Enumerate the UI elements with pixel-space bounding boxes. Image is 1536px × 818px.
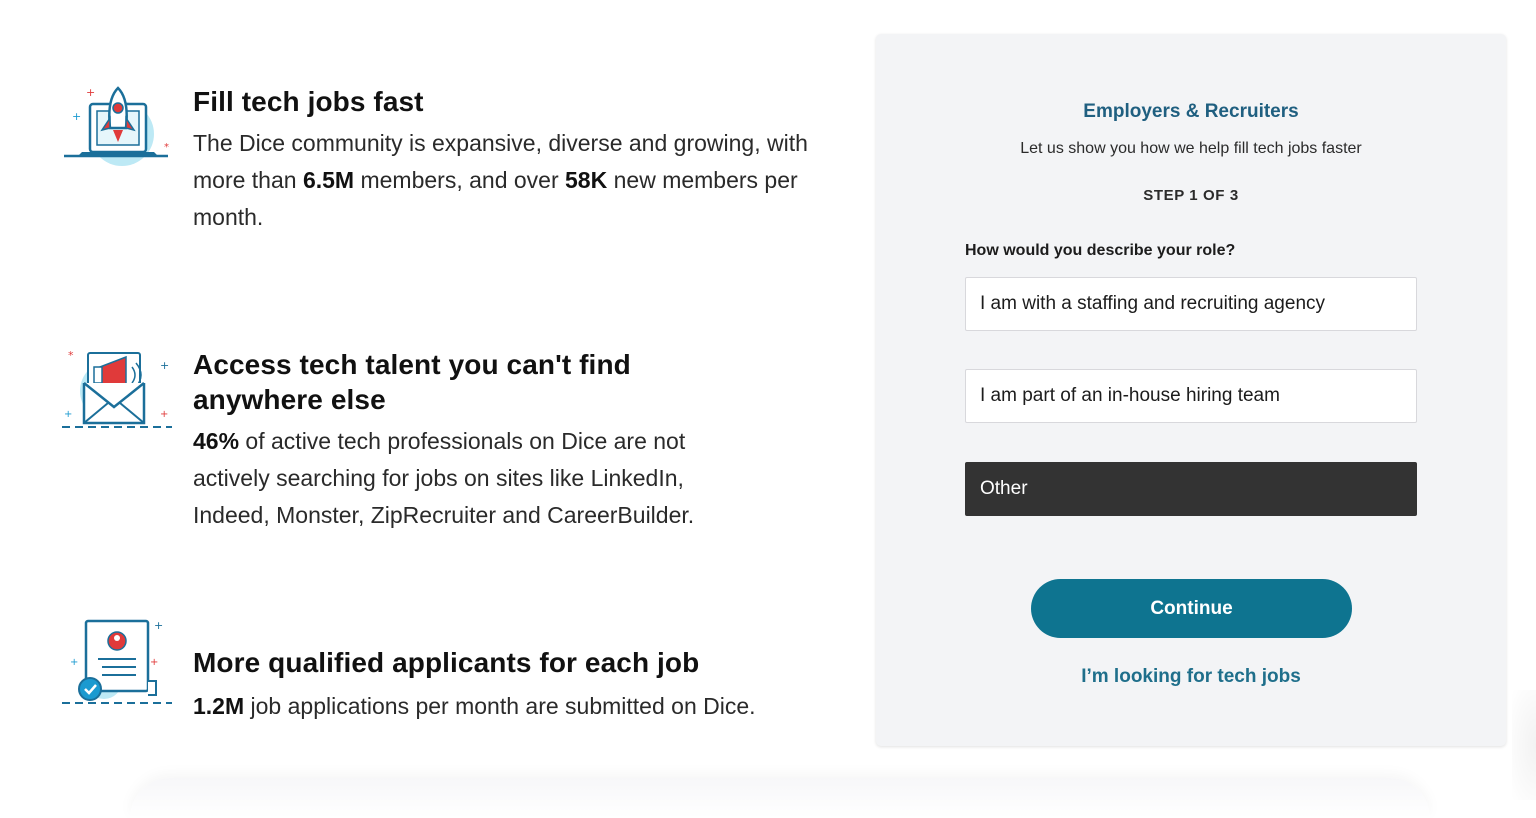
stat-members: 6.5M [302, 167, 355, 193]
svg-text:+: + [64, 409, 72, 420]
stat-new-members: 58K [565, 167, 608, 193]
resume-check-icon: + + + [60, 615, 176, 705]
feature-description: The Dice community is expansive, diverse… [193, 130, 808, 230]
feature-description: 46% of active tech professionals on Dice… [193, 428, 695, 528]
tech-jobs-link[interactable]: I’m looking for tech jobs [876, 666, 1506, 688]
continue-label: Continue [1150, 597, 1233, 619]
svg-text:*: * [68, 349, 74, 362]
feature-text: More qualified applicants for each job 1… [193, 645, 873, 725]
option-label: Other [980, 478, 1028, 499]
continue-button[interactable]: Continue [1031, 579, 1352, 638]
svg-text:+: + [70, 657, 78, 668]
panel-heading: Employers & Recruiters [1083, 101, 1299, 122]
stat-passive-percent: 46% [193, 428, 240, 454]
feature-text: Access tech talent you can't find anywhe… [193, 347, 733, 534]
svg-text:+: + [72, 110, 81, 123]
svg-text:+: + [86, 86, 95, 99]
role-question: How would you describe your role? [965, 242, 1236, 259]
option-label: I am part of an in-house hiring team [980, 385, 1280, 406]
rocket-laptop-icon: + + * [60, 84, 176, 174]
feature-title: More qualified applicants for each job [193, 647, 700, 678]
svg-text:*: * [164, 142, 169, 153]
option-in-house-team[interactable]: I am part of an in-house hiring team [965, 369, 1417, 423]
edge-shadow [1512, 690, 1536, 800]
bottom-section-edge [130, 778, 1430, 818]
role-selection-panel: Employers & Recruiters Let us show you h… [876, 34, 1506, 746]
option-staffing-agency[interactable]: I am with a staffing and recruiting agen… [965, 277, 1417, 331]
megaphone-envelope-icon: * + + + [60, 347, 176, 437]
svg-text:+: + [160, 359, 169, 372]
feature-title: Fill tech jobs fast [193, 86, 424, 117]
svg-text:+: + [154, 619, 163, 632]
feature-description: 1.2M job applications per month are subm… [193, 693, 756, 719]
svg-text:+: + [160, 409, 168, 420]
option-other[interactable]: Other [965, 462, 1417, 516]
svg-text:+: + [150, 657, 158, 668]
panel-subheading: Let us show you how we help fill tech jo… [1020, 140, 1362, 157]
feature-title: Access tech talent you can't find anywhe… [193, 349, 631, 415]
option-label: I am with a staffing and recruiting agen… [980, 293, 1326, 314]
stat-applications: 1.2M [193, 693, 245, 719]
step-indicator: STEP 1 OF 3 [1143, 187, 1239, 204]
feature-text: Fill tech jobs fast The Dice community i… [193, 84, 833, 236]
